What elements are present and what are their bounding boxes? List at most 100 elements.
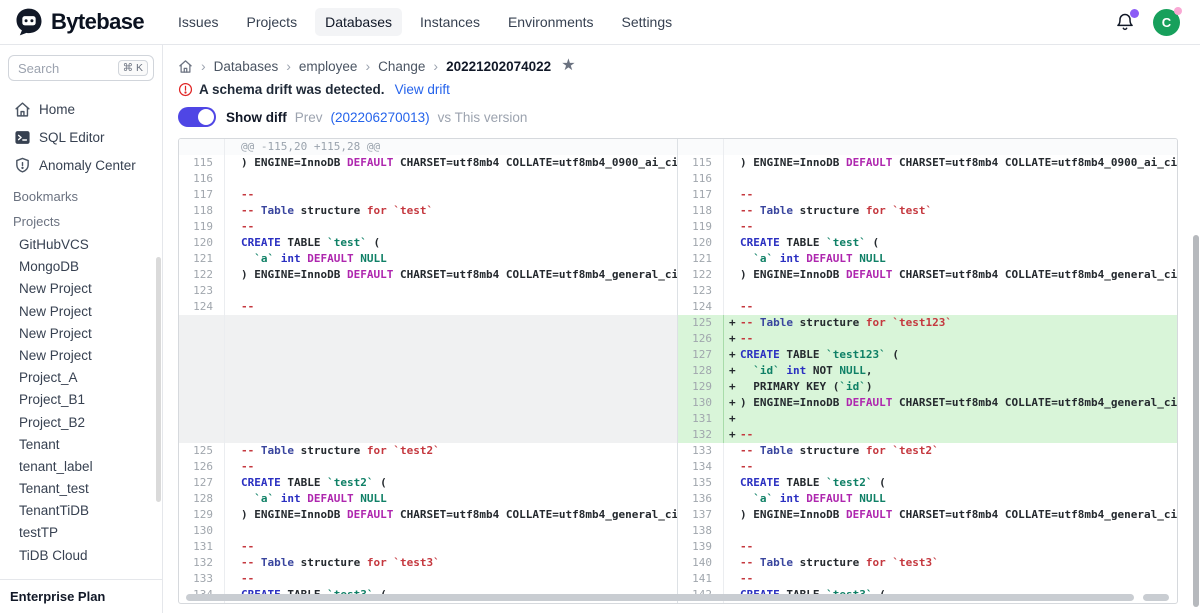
diff-row: 138 (678, 523, 1177, 539)
diff-row: 137) ENGINE=InnoDB DEFAULT CHARSET=utf8m… (678, 507, 1177, 523)
code-line: ) ENGINE=InnoDB DEFAULT CHARSET=utf8mb4 … (724, 507, 1177, 523)
code-line: `a` int DEFAULT NULL (225, 491, 677, 507)
line-number (179, 139, 225, 155)
nav-issues[interactable]: Issues (168, 8, 228, 36)
notifications-button[interactable] (1115, 12, 1135, 32)
line-number: 136 (678, 491, 724, 507)
code-line: -- Table structure for `test` (225, 203, 677, 219)
code-line: CREATE TABLE `test2` ( (225, 475, 677, 491)
code-line (225, 283, 677, 299)
sidebar-section-projects: Projects (0, 214, 162, 229)
sidebar-project-item[interactable]: Tenant (0, 434, 162, 456)
diff-row: 127CREATE TABLE `test2` ( (179, 475, 677, 491)
diff-row: 133-- (179, 571, 677, 587)
vs-this-version-label: vs This version (438, 110, 528, 125)
search-placeholder: Search (18, 61, 59, 76)
line-number: 130 (678, 395, 724, 411)
show-diff-toggle[interactable] (178, 107, 216, 127)
diff-row: 115) ENGINE=InnoDB DEFAULT CHARSET=utf8m… (678, 155, 1177, 171)
code-line (225, 523, 677, 539)
sidebar-project-item[interactable]: Tenant_test (0, 478, 162, 500)
sidebar-project-item[interactable]: TenantTiDB (0, 500, 162, 522)
diff-row: 129+ PRIMARY KEY (`id`) (678, 379, 1177, 395)
nav-environments[interactable]: Environments (498, 8, 604, 36)
diff-row: 121 `a` int DEFAULT NULL (678, 251, 1177, 267)
code-line (724, 283, 1177, 299)
code-line: +-- (724, 427, 1177, 443)
chevron-right-icon: › (201, 58, 206, 74)
line-number: 128 (179, 491, 225, 507)
code-line: `a` int DEFAULT NULL (225, 251, 677, 267)
breadcrumb-item[interactable]: Databases (214, 59, 279, 74)
diff-row: 119-- (179, 219, 677, 235)
diff-row: 132-- Table structure for `test3` (179, 555, 677, 571)
diff-row: 118-- Table structure for `test` (678, 203, 1177, 219)
bytebase-logo-icon (14, 7, 44, 37)
sidebar-project-item[interactable]: testTP (0, 522, 162, 544)
nav-settings[interactable]: Settings (612, 8, 683, 36)
code-line: ) ENGINE=InnoDB DEFAULT CHARSET=utf8mb4 … (724, 267, 1177, 283)
sidebar-item-sql-editor[interactable]: SQL Editor (0, 123, 162, 151)
page-vertical-scrollbar[interactable] (1193, 235, 1199, 607)
sidebar-project-item[interactable]: New Project (0, 301, 162, 323)
nav-projects[interactable]: Projects (237, 8, 308, 36)
chevron-right-icon: › (286, 58, 291, 74)
added-line-marker: + (729, 315, 736, 331)
breadcrumb-item[interactable]: Change (378, 59, 425, 74)
diff-horizontal-scrollbar[interactable] (186, 594, 1134, 601)
sidebar-project-item[interactable]: GitHubVCS (0, 234, 162, 256)
search-shortcut-badge: ⌘ K (118, 60, 148, 76)
sidebar-project-item[interactable]: Project_A (0, 367, 162, 389)
breadcrumb-item[interactable]: employee (299, 59, 358, 74)
breadcrumb: ›Databases›employee›Change› 202212020740… (178, 58, 1178, 74)
sidebar-project-item[interactable]: New Project (0, 345, 162, 367)
code-line: -- (724, 299, 1177, 315)
sidebar-item-home[interactable]: Home (0, 95, 162, 123)
sidebar-project-item[interactable]: TiDB Cloud (0, 545, 162, 567)
line-number (179, 411, 225, 427)
diff-row: 121 `a` int DEFAULT NULL (179, 251, 677, 267)
view-drift-link[interactable]: View drift (395, 82, 450, 97)
line-number: 134 (678, 459, 724, 475)
line-number (179, 331, 225, 347)
navbar-right: C (1115, 9, 1186, 36)
prev-label: Prev (295, 110, 323, 125)
brand-logo[interactable]: Bytebase (14, 7, 144, 37)
diff-horizontal-scrollbar-right[interactable] (1143, 594, 1169, 601)
nav-instances[interactable]: Instances (410, 8, 490, 36)
line-number: 123 (678, 283, 724, 299)
code-line: -- (724, 459, 1177, 475)
line-number: 128 (678, 363, 724, 379)
line-number: 117 (179, 187, 225, 203)
code-line (225, 331, 677, 347)
sidebar-project-item[interactable]: tenant_label (0, 456, 162, 478)
diff-row: 122) ENGINE=InnoDB DEFAULT CHARSET=utf8m… (678, 267, 1177, 283)
chevron-right-icon: › (365, 58, 370, 74)
line-number: 127 (678, 347, 724, 363)
code-line: -- Table structure for `test` (724, 203, 1177, 219)
diff-pane-right: 115) ENGINE=InnoDB DEFAULT CHARSET=utf8m… (678, 139, 1177, 603)
avatar[interactable]: C (1153, 9, 1180, 36)
sidebar-project-item[interactable]: Project_B2 (0, 412, 162, 434)
breadcrumb-current: 20221202074022 (446, 59, 551, 74)
breadcrumb-home-icon[interactable] (178, 59, 193, 74)
sidebar-project-item[interactable]: Project_B1 (0, 389, 162, 411)
sidebar-project-item[interactable]: New Project (0, 323, 162, 345)
sidebar-projects-list: GitHubVCSMongoDBNew ProjectNew ProjectNe… (0, 234, 162, 567)
sidebar-scrollbar[interactable] (156, 257, 161, 502)
code-line: `a` int DEFAULT NULL (724, 251, 1177, 267)
sidebar-project-item[interactable]: New Project (0, 278, 162, 300)
code-line: +) ENGINE=InnoDB DEFAULT CHARSET=utf8mb4… (724, 395, 1177, 411)
line-number: 133 (179, 571, 225, 587)
sidebar-project-item[interactable]: MongoDB (0, 256, 162, 278)
code-line (724, 523, 1177, 539)
star-icon[interactable]: ★ (561, 58, 575, 74)
sidebar-item-anomaly-center[interactable]: Anomaly Center (0, 151, 162, 179)
diff-row: @@ -115,20 +115,28 @@ (179, 139, 677, 155)
line-number: 135 (678, 475, 724, 491)
search-input[interactable]: Search ⌘ K (8, 55, 154, 81)
line-number: 119 (678, 219, 724, 235)
prev-version-link[interactable]: (202206270013) (331, 110, 430, 125)
code-line (225, 411, 677, 427)
nav-databases[interactable]: Databases (315, 8, 402, 36)
